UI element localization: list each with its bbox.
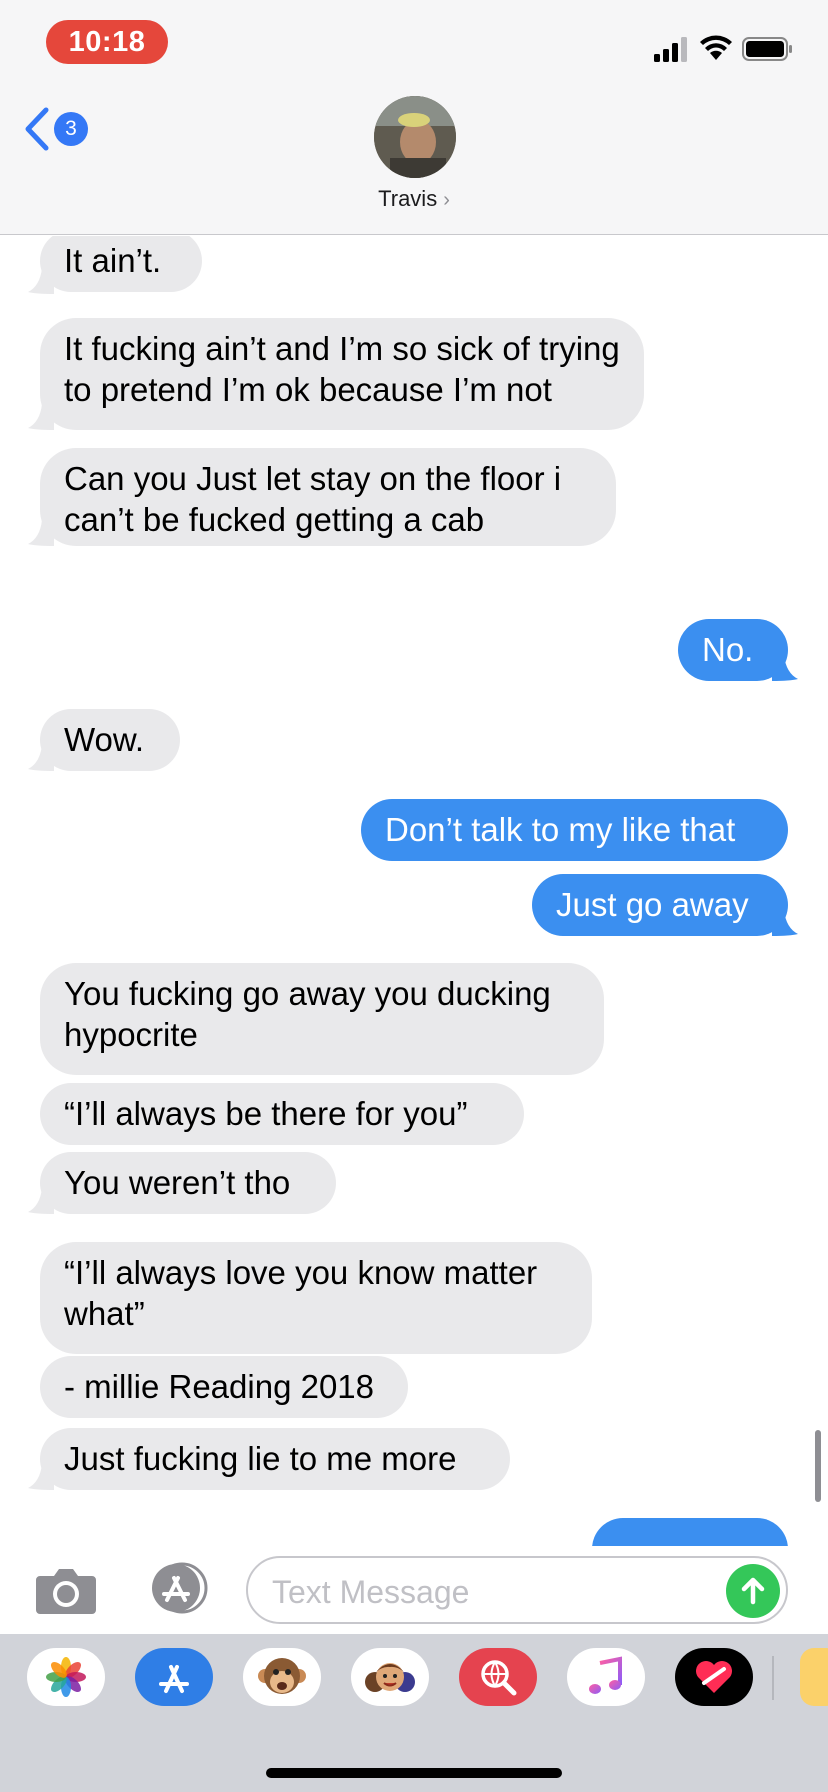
status-time[interactable]: 10:18 <box>46 20 168 64</box>
scroll-indicator[interactable] <box>815 1430 821 1502</box>
camera-icon[interactable] <box>34 1564 98 1616</box>
bubble-tail <box>28 745 54 771</box>
message-text-field[interactable] <box>246 1556 788 1624</box>
imessage-app-drawer <box>0 1634 828 1792</box>
wifi-icon <box>700 35 732 60</box>
conversation-header: 3 Travis › <box>0 90 828 235</box>
incoming-message[interactable]: Just fucking lie to me more <box>40 1428 510 1490</box>
bubble-tail <box>28 268 54 294</box>
contact-avatar[interactable] <box>374 96 456 178</box>
incoming-message[interactable]: “I’ll always be there for you” <box>40 1083 524 1145</box>
incoming-message[interactable]: You fucking go away you ducking hypocrit… <box>40 963 604 1075</box>
cellular-signal-icon <box>654 37 687 62</box>
outgoing-message[interactable]: Don’t talk to my like that <box>361 799 788 861</box>
arrow-up-icon <box>741 1577 765 1605</box>
incoming-message[interactable]: “I’ll always love you know matter what” <box>40 1242 592 1354</box>
bubble-tail <box>772 910 798 936</box>
send-button[interactable] <box>726 1564 780 1618</box>
bubble-tail <box>772 655 798 681</box>
bubble-tail <box>28 1464 54 1490</box>
memoji-faces-icon <box>365 1663 415 1692</box>
globe-search-icon <box>481 1660 517 1696</box>
app-store-icon[interactable] <box>140 1562 212 1614</box>
outgoing-message-partial[interactable] <box>592 1518 788 1546</box>
app-store-a-icon <box>159 1665 189 1693</box>
heart-touch-icon <box>696 1661 732 1693</box>
home-indicator[interactable] <box>266 1768 562 1778</box>
bubble-tail <box>28 1188 54 1214</box>
animoji-app-icon[interactable] <box>243 1648 321 1706</box>
contact-name-button[interactable]: Travis › <box>0 186 828 212</box>
photos-flower-icon <box>46 1657 86 1697</box>
incoming-message[interactable]: It ain’t. <box>40 236 202 292</box>
message-input[interactable] <box>272 1572 712 1612</box>
chevron-right-icon: › <box>443 189 450 211</box>
digital-touch-app-icon[interactable] <box>675 1648 753 1706</box>
incoming-message[interactable]: Wow. <box>40 709 180 771</box>
incoming-message[interactable]: Can you Just let stay on the floor i can… <box>40 448 616 546</box>
memoji-app-icon[interactable] <box>351 1648 429 1706</box>
app-store-app-icon[interactable] <box>135 1648 213 1706</box>
battery-icon <box>742 37 792 61</box>
status-bar: 10:18 <box>0 0 828 90</box>
incoming-message[interactable]: It fucking ain’t and I’m so sick of tryi… <box>40 318 644 430</box>
stickers-app-icon[interactable] <box>800 1648 828 1706</box>
photos-app-icon[interactable] <box>27 1648 105 1706</box>
music-note-icon <box>589 1656 622 1694</box>
images-search-app-icon[interactable] <box>459 1648 537 1706</box>
message-thread[interactable]: It ain’t. It fucking ain’t and I’m so si… <box>0 236 828 1546</box>
avatar-photo-icon <box>374 96 456 178</box>
message-input-bar <box>0 1546 828 1634</box>
contact-name: Travis <box>378 186 438 211</box>
unread-count-badge: 3 <box>54 112 88 146</box>
bubble-tail <box>28 520 54 546</box>
back-button[interactable]: 3 <box>22 104 102 154</box>
monkey-icon <box>258 1658 306 1694</box>
incoming-message[interactable]: - millie Reading 2018 <box>40 1356 408 1418</box>
drawer-divider <box>772 1656 774 1700</box>
music-app-icon[interactable] <box>567 1648 645 1706</box>
incoming-message[interactable]: You weren’t tho <box>40 1152 336 1214</box>
outgoing-message[interactable]: Just go away <box>532 874 788 936</box>
chevron-left-icon <box>25 107 49 151</box>
bubble-tail <box>28 404 54 430</box>
